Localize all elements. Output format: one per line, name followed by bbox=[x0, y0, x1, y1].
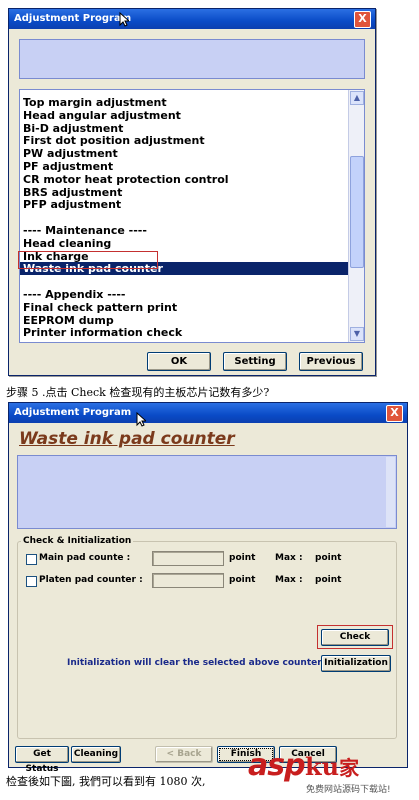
scroll-down-icon[interactable]: ▼ bbox=[350, 327, 364, 341]
previous-button[interactable]: Previous bbox=[299, 352, 363, 371]
platen-pad-unit: point bbox=[229, 575, 256, 585]
platen-pad-checkbox[interactable] bbox=[26, 576, 37, 587]
platen-pad-label: Platen pad counter : bbox=[39, 575, 143, 585]
watermark-logo-asp: asp bbox=[248, 748, 306, 783]
initialization-info-text: Initialization will clear the selected a… bbox=[67, 658, 331, 668]
setting-button[interactable]: Setting bbox=[223, 352, 287, 371]
ok-button[interactable]: OK bbox=[147, 352, 211, 371]
highlight-box bbox=[18, 251, 158, 269]
main-pad-checkbox[interactable] bbox=[26, 554, 37, 565]
list-item[interactable]: Final check pattern print bbox=[23, 301, 177, 314]
list-item[interactable]: ---- Maintenance ---- bbox=[23, 224, 147, 237]
main-pad-value-field bbox=[152, 551, 224, 566]
list-item[interactable]: Top margin adjustment bbox=[23, 96, 167, 109]
close-button[interactable]: X bbox=[386, 405, 403, 422]
list-item[interactable]: BRS adjustment bbox=[23, 186, 122, 199]
group-label: Check & Initialization bbox=[21, 536, 134, 546]
check-button[interactable]: Check bbox=[321, 629, 389, 646]
get-status-button[interactable]: Get Status bbox=[15, 746, 69, 774]
adjustment-program-window: Adjustment Program X Top margin adjustme… bbox=[8, 8, 376, 376]
watermark-logo-jia: 家 bbox=[339, 756, 360, 780]
adjustment-list[interactable]: Top margin adjustment Head angular adjust… bbox=[19, 89, 365, 343]
main-pad-max-label: Max : bbox=[275, 553, 303, 563]
platen-pad-max-label: Max : bbox=[275, 575, 303, 585]
list-item[interactable]: Bi-D adjustment bbox=[23, 122, 123, 135]
list-item[interactable]: PFP adjustment bbox=[23, 198, 121, 211]
panel-scrollbar[interactable] bbox=[386, 457, 395, 527]
platen-pad-max-unit: point bbox=[315, 575, 342, 585]
waste-ink-pad-counter-window: Adjustment Program X Waste ink pad count… bbox=[8, 402, 408, 774]
result-caption: 检查後如下圖, 我們可以看到有 1080 次, bbox=[6, 775, 206, 788]
scroll-thumb[interactable] bbox=[350, 156, 364, 268]
close-button[interactable]: X bbox=[354, 11, 371, 28]
window-title: Adjustment Program bbox=[14, 407, 132, 418]
platen-pad-value-field bbox=[152, 573, 224, 588]
window-titlebar: Adjustment Program X bbox=[9, 403, 407, 423]
list-item[interactable]: Head cleaning bbox=[23, 237, 111, 250]
watermark-logo-ku-text: ku bbox=[305, 752, 340, 781]
description-panel bbox=[19, 39, 365, 79]
scroll-up-icon[interactable]: ▲ bbox=[350, 91, 364, 105]
main-pad-unit: point bbox=[229, 553, 256, 563]
list-item[interactable]: ---- Appendix ---- bbox=[23, 288, 125, 301]
mouse-cursor-icon bbox=[136, 412, 146, 427]
mouse-cursor-icon bbox=[119, 12, 129, 27]
watermark-subtitle: 免费网站源码下载站! bbox=[306, 785, 391, 795]
initialization-button[interactable]: Initialization bbox=[321, 655, 391, 672]
step-caption: 步骤 5 .点击 Check 检查现有的主板芯片记数有多少? bbox=[6, 386, 270, 399]
watermark-logo-ku: ku家 bbox=[305, 752, 359, 781]
cleaning-button[interactable]: Cleaning bbox=[71, 746, 121, 763]
main-pad-label: Main pad counte : bbox=[39, 553, 131, 563]
window-titlebar: Adjustment Program X bbox=[9, 9, 375, 29]
back-button[interactable]: < Back bbox=[155, 746, 213, 763]
list-scrollbar[interactable]: ▲ ▼ bbox=[348, 90, 364, 342]
window-title: Adjustment Program bbox=[14, 13, 132, 24]
list-item[interactable]: EEPROM dump bbox=[23, 314, 114, 327]
list-item[interactable]: Head angular adjustment bbox=[23, 109, 181, 122]
list-item[interactable]: PF adjustment bbox=[23, 160, 113, 173]
list-item[interactable]: Printer information check bbox=[23, 326, 182, 339]
main-pad-max-unit: point bbox=[315, 553, 342, 563]
list-item[interactable]: CR motor heat protection control bbox=[23, 173, 229, 186]
page-heading: Waste ink pad counter bbox=[19, 429, 235, 449]
description-panel bbox=[17, 455, 397, 529]
list-item[interactable]: PW adjustment bbox=[23, 147, 118, 160]
list-item[interactable]: First dot position adjustment bbox=[23, 134, 205, 147]
